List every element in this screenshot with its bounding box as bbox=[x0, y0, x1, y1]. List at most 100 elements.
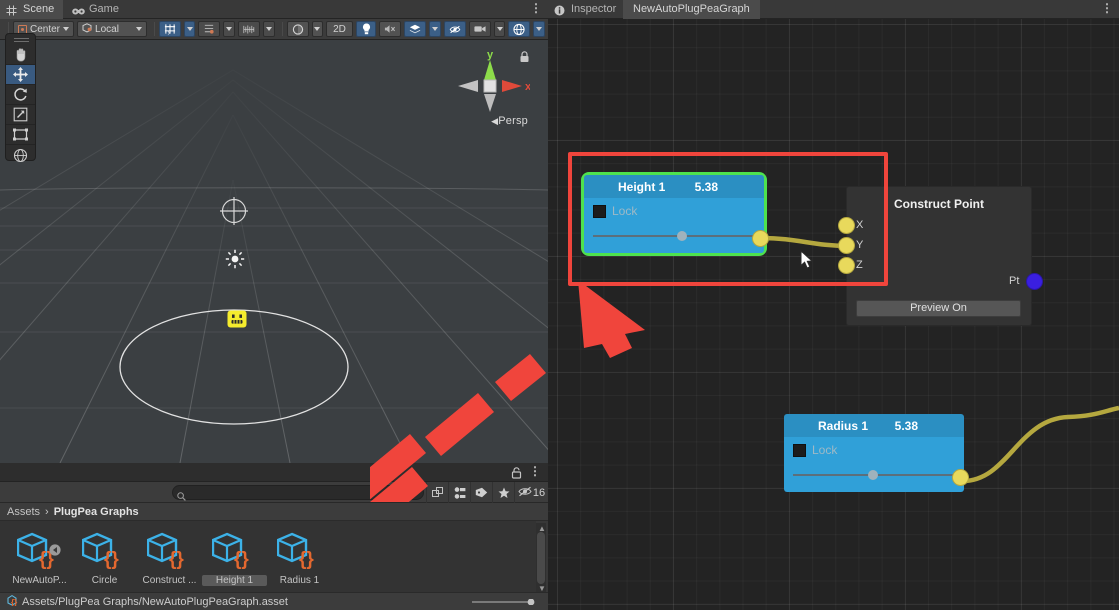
transform-tool-button[interactable] bbox=[6, 145, 35, 165]
input-port-x[interactable] bbox=[838, 217, 855, 234]
grid-snap-dropdown[interactable] bbox=[183, 21, 196, 37]
node-height-1[interactable]: Height 1 5.38 Lock bbox=[584, 175, 764, 253]
lock-checkbox[interactable] bbox=[593, 204, 606, 218]
scriptable-object-icon: {} bbox=[72, 529, 137, 573]
node-title: Radius 1 bbox=[818, 418, 869, 433]
slider-knob[interactable] bbox=[677, 231, 688, 241]
gizmos-toggle-button[interactable] bbox=[508, 21, 531, 37]
grid-snap-button[interactable]: y bbox=[158, 21, 181, 37]
component-tools-dropdown[interactable] bbox=[263, 21, 275, 37]
tab-inspector[interactable]: Inspector bbox=[548, 0, 625, 19]
project-statusbar: {} Assets/PlugPea Graphs/NewAutoPlugPeaG… bbox=[0, 592, 548, 610]
asset-item-circle[interactable]: {} Circle bbox=[72, 527, 137, 586]
gizmos-dropdown[interactable] bbox=[533, 21, 545, 37]
hand-icon bbox=[16, 48, 26, 62]
fx-toggle-button[interactable] bbox=[404, 21, 427, 37]
node-construct-point[interactable]: Construct Point Preview On bbox=[846, 186, 1032, 326]
node-title: Construct Point bbox=[894, 197, 984, 211]
chevron-down-icon bbox=[63, 27, 70, 31]
rect-tool-button[interactable] bbox=[6, 125, 35, 145]
input-port-z[interactable] bbox=[838, 257, 855, 274]
node-radius-1[interactable]: Radius 1 5.38 Lock bbox=[784, 414, 964, 492]
toolbar-divider bbox=[153, 22, 155, 36]
lock-label: Lock bbox=[812, 443, 838, 457]
project-panel: ⋮ 16 Assets › PlugPea Graphs {} NewAutoP… bbox=[0, 463, 548, 610]
svg-text:{}: {} bbox=[11, 598, 17, 606]
scene-panel: Scene Game ⋮ Center Local y 2D y x ◀Pers… bbox=[0, 0, 548, 610]
handle-space-dropdown[interactable]: Local bbox=[77, 21, 147, 37]
mouse-pointer bbox=[800, 250, 814, 269]
project-panel-menu-button[interactable]: ⋮ bbox=[529, 463, 541, 480]
lock-checkbox[interactable] bbox=[793, 443, 806, 457]
grid-icon bbox=[6, 4, 19, 16]
hand-tool-button[interactable] bbox=[6, 45, 35, 65]
graph-panel-menu-button[interactable]: ⋮ bbox=[1101, 0, 1113, 19]
hidden-eye-icon bbox=[518, 484, 532, 502]
lock-row[interactable]: Lock bbox=[593, 204, 755, 218]
rotate-icon bbox=[14, 88, 27, 101]
asset-scrollbar[interactable]: ▲ ▼ bbox=[536, 523, 546, 594]
camera-settings-button[interactable] bbox=[468, 21, 491, 37]
breadcrumb-current[interactable]: PlugPea Graphs bbox=[54, 506, 139, 518]
draw-mode-dropdown[interactable] bbox=[311, 21, 324, 37]
tab-inspector-label: Inspector bbox=[571, 3, 617, 15]
handle-space-label: Local bbox=[95, 23, 119, 35]
toggle-2d-button[interactable]: 2D bbox=[326, 21, 353, 37]
hidden-items-count: 16 bbox=[532, 486, 546, 499]
output-port-radius-1[interactable] bbox=[952, 469, 969, 486]
tab-scene[interactable]: Scene bbox=[0, 0, 64, 19]
smiley-icon[interactable] bbox=[227, 310, 247, 328]
asset-item-newautoplugpeagraph[interactable]: {} NewAutoP... bbox=[7, 527, 72, 586]
input-port-y[interactable] bbox=[838, 237, 855, 254]
graph-canvas[interactable]: Construct Point Preview On X Y Z Pt Heig… bbox=[548, 19, 1119, 610]
scene-visibility-button[interactable] bbox=[443, 21, 466, 37]
breadcrumb-root[interactable]: Assets bbox=[7, 506, 40, 518]
node-header: Radius 1 5.38 bbox=[784, 414, 964, 437]
output-port-height-1[interactable] bbox=[752, 230, 769, 247]
node-title: Height 1 bbox=[618, 179, 666, 194]
grid-visibility-button[interactable] bbox=[198, 21, 221, 37]
component-tools-button[interactable] bbox=[238, 21, 261, 37]
scrollbar-thumb[interactable] bbox=[537, 532, 545, 584]
output-port-pt[interactable] bbox=[1026, 273, 1043, 290]
graph-connections bbox=[759, 235, 1119, 484]
value-slider[interactable] bbox=[793, 468, 955, 482]
scale-tool-button[interactable] bbox=[6, 105, 35, 125]
draw-mode-button[interactable] bbox=[286, 21, 309, 37]
gizmo-lock-icon[interactable] bbox=[519, 50, 530, 68]
camera-settings-dropdown[interactable] bbox=[493, 21, 506, 37]
asset-item-construct-point[interactable]: {} Construct ... bbox=[137, 527, 202, 586]
hidden-items-filter[interactable]: 16 bbox=[514, 482, 548, 503]
node-value: 5.38 bbox=[894, 418, 918, 433]
light-gizmo[interactable] bbox=[225, 249, 245, 269]
audio-toggle-button[interactable] bbox=[379, 21, 402, 37]
label-filter-icon[interactable] bbox=[470, 482, 492, 503]
value-slider[interactable] bbox=[593, 229, 755, 243]
output-label-pt: Pt bbox=[1009, 275, 1020, 287]
tab-game[interactable]: Game bbox=[66, 0, 128, 19]
camera-gizmo[interactable] bbox=[218, 195, 250, 227]
favorite-icon[interactable] bbox=[492, 482, 514, 503]
slider-knob[interactable] bbox=[867, 470, 878, 480]
projection-mode-label[interactable]: ◀Persp bbox=[491, 115, 528, 127]
asset-item-radius-1[interactable]: {} Radius 1 bbox=[267, 527, 332, 586]
thumbnail-size-slider[interactable] bbox=[472, 599, 538, 605]
palette-drag-handle[interactable] bbox=[14, 38, 29, 43]
type-filter-icon[interactable] bbox=[448, 482, 470, 503]
scene-panel-menu-button[interactable]: ⋮ bbox=[530, 0, 542, 19]
lock-row[interactable]: Lock bbox=[793, 443, 955, 457]
preview-toggle-button[interactable]: Preview On bbox=[856, 300, 1021, 317]
fx-dropdown[interactable] bbox=[429, 21, 441, 37]
grid-visibility-dropdown[interactable] bbox=[223, 21, 236, 37]
layers-filter-icon[interactable] bbox=[426, 482, 448, 503]
asset-item-height-1[interactable]: {} Height 1 bbox=[202, 527, 267, 586]
asset-grid[interactable]: {} NewAutoP... {} Circle {} Construct ..… bbox=[0, 521, 536, 596]
scene-viewport[interactable]: y x ◀Persp bbox=[0, 40, 548, 463]
move-tool-button[interactable] bbox=[6, 65, 35, 85]
lighting-toggle-button[interactable] bbox=[355, 21, 377, 37]
graph-tabbar: Inspector NewAutoPlugPeaGraph ⋮ bbox=[548, 0, 1119, 19]
search-input[interactable] bbox=[172, 485, 424, 500]
lock-label: Lock bbox=[612, 204, 638, 218]
rotate-tool-button[interactable] bbox=[6, 85, 35, 105]
tab-newautoplugpeagraph[interactable]: NewAutoPlugPeaGraph bbox=[623, 0, 760, 19]
